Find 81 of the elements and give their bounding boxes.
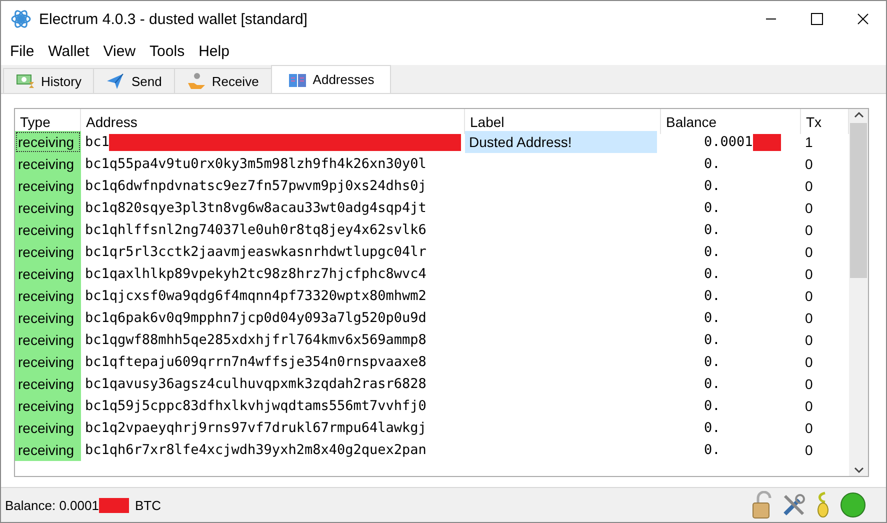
type-cell: receiving	[15, 439, 81, 461]
tx-count: 0	[804, 353, 814, 372]
money-icon	[16, 72, 35, 90]
balance-text: 0.	[704, 354, 720, 370]
tx-count: 1	[804, 133, 814, 152]
balance-text: 0.	[704, 222, 720, 238]
address-text: bc1qh6r7xr8lfe4xcjwdh39yxh2m8x40g2quex2pan	[85, 442, 426, 458]
type-cell: receiving	[15, 241, 81, 263]
type-cell: receiving	[15, 263, 81, 285]
address-text: bc1qaxlhlkp89vpekyh2tc98z8hrz7hjcfphc8wvc4	[85, 266, 426, 282]
label-cell: Dusted Address!	[465, 131, 657, 153]
type-cell: receiving	[15, 329, 81, 351]
address-text: bc1qavusy36agsz4culhuvqpxmk3zqdah2rasr6828	[85, 376, 426, 392]
menu-item[interactable]: Wallet	[41, 42, 96, 60]
hand-coin-icon	[186, 72, 206, 90]
balance-text: 0.	[704, 266, 720, 282]
maximize-icon[interactable]	[811, 13, 823, 25]
balance-text: 0.	[704, 310, 720, 326]
close-icon[interactable]	[857, 13, 869, 25]
address-text: bc1qjcxsf0wa9qdg6f4mqnn4pf73320wptx80mhwm2	[85, 288, 426, 304]
type-cell: receiving	[15, 175, 81, 197]
address-text: bc1q820sqye3pl3tn8vg6w8acau33wt0adg4sqp4jt	[85, 200, 426, 216]
balance-text: 0.	[704, 244, 720, 260]
tx-count: 0	[804, 309, 814, 328]
tools-icon	[782, 493, 806, 517]
menu-item[interactable]: Tools	[142, 42, 192, 60]
type-cell: receiving	[15, 351, 81, 373]
tab[interactable]: Addresses	[270, 65, 392, 93]
tx-count: 0	[804, 221, 814, 240]
tx-count: 0	[804, 375, 814, 394]
tx-count: 0	[804, 265, 814, 284]
tx-count: 0	[804, 331, 814, 350]
balance-text: 0.	[704, 398, 720, 414]
type-cell: receiving	[15, 197, 81, 219]
type-cell: receiving	[15, 417, 81, 439]
address-text: bc1q6dwfnpdvnatsc9ez7fn57pwvm9pj0xs24dhs0j	[85, 178, 426, 194]
type-cell: receiving	[15, 219, 81, 241]
tx-count: 0	[804, 155, 814, 174]
unit-text: BTC	[134, 498, 161, 512]
address-text: bc1qr5rl3cctk2jaavmjeaswkasnrhdwtlupgc04lr	[85, 244, 426, 260]
balance-text: 0.0001	[704, 134, 753, 150]
tx-count: 0	[804, 419, 814, 438]
type-cell: receiving	[15, 307, 81, 329]
tab[interactable]: History	[3, 68, 94, 93]
balance-text: Balance: 0.0001	[5, 498, 99, 512]
tx-count: 0	[804, 177, 814, 196]
address-text: bc1q59j5cppc83dfhxlkvhjwqdtams556mt7vvhfj0	[85, 398, 426, 414]
type-cell: receiving	[15, 373, 81, 395]
address-text: bc1q6pak6v0q9mpphn7jcp0d04y093a7lg520p0u9d	[85, 310, 426, 326]
tx-count: 0	[804, 441, 814, 460]
balance-text: 0.	[704, 376, 720, 392]
type-cell: receiving	[15, 285, 81, 307]
balance-text: 0.	[704, 420, 720, 436]
scrollbar-thumb[interactable]	[850, 123, 867, 278]
address-text: bc1qgwf88mhh5qe285xdxhjfrl764kmv6x569ammp8	[85, 332, 426, 348]
type-cell: receiving	[15, 395, 81, 417]
balance-text: 0.	[704, 200, 720, 216]
tx-count: 0	[804, 243, 814, 262]
balance-text: 0.	[704, 156, 720, 172]
type-cell: receiving	[15, 153, 81, 175]
tx-count: 0	[804, 397, 814, 416]
window-title: Electrum 4.0.3 - dusted wallet [standard]	[39, 10, 308, 28]
address-text: bc1qhlffsnl2ng74037le0uh0r8tq8jey4x62svlk6	[85, 222, 426, 238]
balance-text: 0.	[704, 442, 720, 458]
paper-plane-icon	[106, 72, 126, 90]
menu-item[interactable]: Help	[192, 42, 236, 60]
menu-item[interactable]: File	[3, 42, 42, 60]
tx-count: 0	[804, 287, 814, 306]
type-cell: receiving	[15, 131, 81, 153]
address-text: bc1qftepaju609qrrn7n4wffsje354n0rnspvaaxe8	[85, 354, 426, 370]
address-text: bc1q2vpaeyqhrj9rns97vf7drukl67rmpu64lawkgj	[85, 420, 426, 436]
tx-count: 0	[804, 199, 814, 218]
balance-text: 0.	[704, 178, 720, 194]
balance-text: 0.	[704, 332, 720, 348]
padlock-icon	[752, 491, 774, 519]
address-text: bc1q55pa4v9tu0rx0ky3m5m98lzh9fh4k26xn30y0l	[85, 156, 426, 172]
balance-text: 0.	[704, 288, 720, 304]
address-text: bc1	[85, 134, 110, 150]
menu-item[interactable]: View	[96, 42, 143, 60]
status-dot-icon	[840, 492, 866, 518]
atom-logo-icon	[11, 9, 31, 29]
